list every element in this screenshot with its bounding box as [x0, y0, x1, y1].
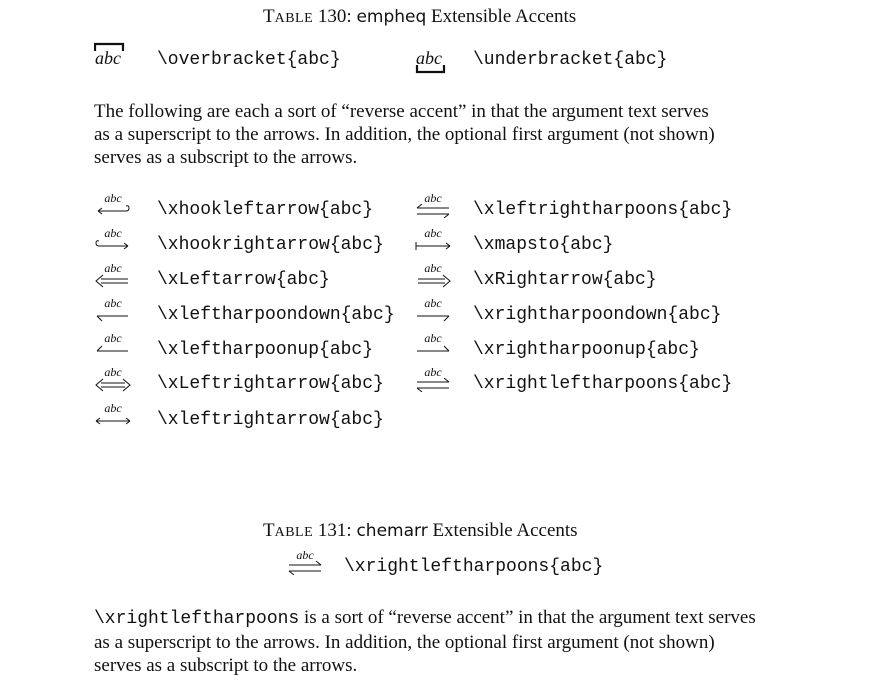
arrow-label: abc: [424, 191, 442, 205]
xmapsto-icon: [415, 242, 451, 250]
caption-title: Extensible Accents: [431, 6, 577, 27]
xhookrightarrow-icon: [95, 240, 129, 250]
cmd-chemarr-xrightleftharpoons: \xrightleftharpoons{abc}: [344, 557, 604, 577]
xRightarrow-icon: [418, 274, 451, 288]
arrow-label: abc: [424, 331, 442, 345]
arrow-label: abc: [424, 226, 442, 240]
xleftharpoonup-icon: [96, 345, 128, 352]
arrow-label: abc: [424, 296, 442, 310]
arrow-symbol-xhookrightarrow: abc: [93, 227, 133, 253]
cmd-xrightharpoonup: \xrightharpoonup{abc}: [473, 340, 700, 360]
arrow-symbol-xLeftrightarrow: abc: [93, 366, 133, 392]
arrow-symbol-xleftrightarrow: abc: [93, 402, 133, 428]
arrow-label: abc: [104, 365, 122, 379]
arrow-symbol-xLeftarrow: abc: [93, 262, 133, 288]
cmd-xRightarrow: \xRightarrow{abc}: [473, 270, 657, 290]
arrow-label: abc: [104, 401, 122, 415]
cmd-xleftrightarrow: \xleftrightarrow{abc}: [157, 410, 384, 430]
table-130-caption: TABLE 130: empheq Extensible Accents: [263, 6, 576, 28]
arrow-label: abc: [104, 331, 122, 345]
arrow-symbol-xrightharpoonup: abc: [413, 332, 453, 358]
package-name: chemarr: [356, 521, 428, 541]
xleftrightharpoons-icon: [416, 204, 450, 218]
arrow-label: abc: [104, 296, 122, 310]
arrow-symbol-xrightleftharpoons: abc: [413, 366, 453, 392]
paragraph-1: The following are each a sort of “revers…: [94, 100, 715, 169]
arrow-label: abc: [424, 365, 442, 379]
paragraph-2: \xrightleftharpoons is a sort of “revers…: [94, 606, 756, 677]
cmd-xrightleftharpoons: \xrightleftharpoons{abc}: [473, 374, 733, 394]
xrightharpoondown-icon: [417, 315, 450, 322]
paragraph-2-line-3: serves as a subscript to the arrows.: [94, 655, 358, 676]
caption-sc-rest: ABLE: [274, 11, 314, 26]
arrow-symbol-xrightharpoondown: abc: [413, 297, 453, 323]
caption-sc-first: T: [263, 6, 275, 27]
paragraph-1-line-2: as a superscript to the arrows. In addit…: [94, 124, 715, 145]
overbracket-symbol: abc: [94, 42, 126, 72]
arrow-symbol-xleftrightharpoons: abc: [413, 192, 453, 218]
overbracket-command: \overbracket{abc}: [157, 50, 341, 70]
caption-number: 131:: [317, 520, 352, 541]
arrow-symbol-xhookleftarrow: abc: [93, 192, 133, 218]
overbracket-sample: abc: [95, 48, 121, 68]
arrow-symbol-chemarr-xrightleftharpoons: abc: [285, 549, 325, 575]
paragraph-2-command: \xrightleftharpoons: [94, 609, 300, 629]
underbracket-symbol: abc: [414, 46, 448, 76]
underbracket-icon: [415, 65, 446, 74]
chemarr-xrightleftharpoons-icon: [288, 561, 322, 575]
cmd-xrightharpoondown: \xrightharpoondown{abc}: [473, 305, 722, 325]
paragraph-2-line-1-text: is a sort of “reverse accent” in that th…: [299, 607, 756, 628]
cmd-xleftharpoondown: \xleftharpoondown{abc}: [157, 305, 395, 325]
package-name: empheq: [356, 7, 427, 27]
cmd-xLeftarrow: \xLeftarrow{abc}: [157, 270, 330, 290]
underbracket-command: \underbracket{abc}: [473, 50, 668, 70]
arrow-label: abc: [104, 226, 122, 240]
arrow-symbol-xleftharpoonup: abc: [93, 332, 133, 358]
arrow-label: abc: [104, 261, 122, 275]
arrow-label: abc: [296, 548, 314, 562]
caption-title: Extensible Accents: [432, 520, 578, 541]
arrow-symbol-xleftharpoondown: abc: [93, 297, 133, 323]
caption-sc-first: T: [263, 520, 275, 541]
xrightleftharpoons-icon: [416, 378, 450, 392]
arrow-symbol-xRightarrow: abc: [413, 262, 453, 288]
paragraph-2-line-1: \xrightleftharpoons is a sort of “revers…: [94, 606, 756, 631]
caption-number: 130:: [317, 6, 352, 27]
arrow-symbol-xmapsto: abc: [413, 227, 453, 253]
paragraph-1-line-3: serves as a subscript to the arrows.: [94, 147, 358, 168]
xLeftarrow-icon: [95, 274, 128, 288]
cmd-xmapsto: \xmapsto{abc}: [473, 235, 614, 255]
xleftrightarrow-icon: [95, 417, 131, 425]
arrow-label: abc: [424, 261, 442, 275]
cmd-xhookrightarrow: \xhookrightarrow{abc}: [157, 235, 384, 255]
paragraph-1-line-1: The following are each a sort of “revers…: [94, 101, 709, 122]
xLeftrightarrow-icon: [95, 378, 131, 392]
table-131-caption: TABLE 131: chemarr Extensible Accents: [263, 520, 578, 542]
xleftharpoondown-icon: [96, 315, 128, 322]
xhookleftarrow-icon: [97, 205, 130, 215]
cmd-xLeftrightarrow: \xLeftrightarrow{abc}: [157, 374, 384, 394]
caption-sc-rest: ABLE: [274, 525, 314, 540]
paragraph-2-line-2: as a superscript to the arrows. In addit…: [94, 632, 715, 653]
cmd-xhookleftarrow: \xhookleftarrow{abc}: [157, 200, 374, 220]
arrow-label: abc: [104, 191, 122, 205]
xrightharpoonup-icon: [417, 345, 450, 352]
cmd-xleftrightharpoons: \xleftrightharpoons{abc}: [473, 200, 733, 220]
cmd-xleftharpoonup: \xleftharpoonup{abc}: [157, 340, 374, 360]
